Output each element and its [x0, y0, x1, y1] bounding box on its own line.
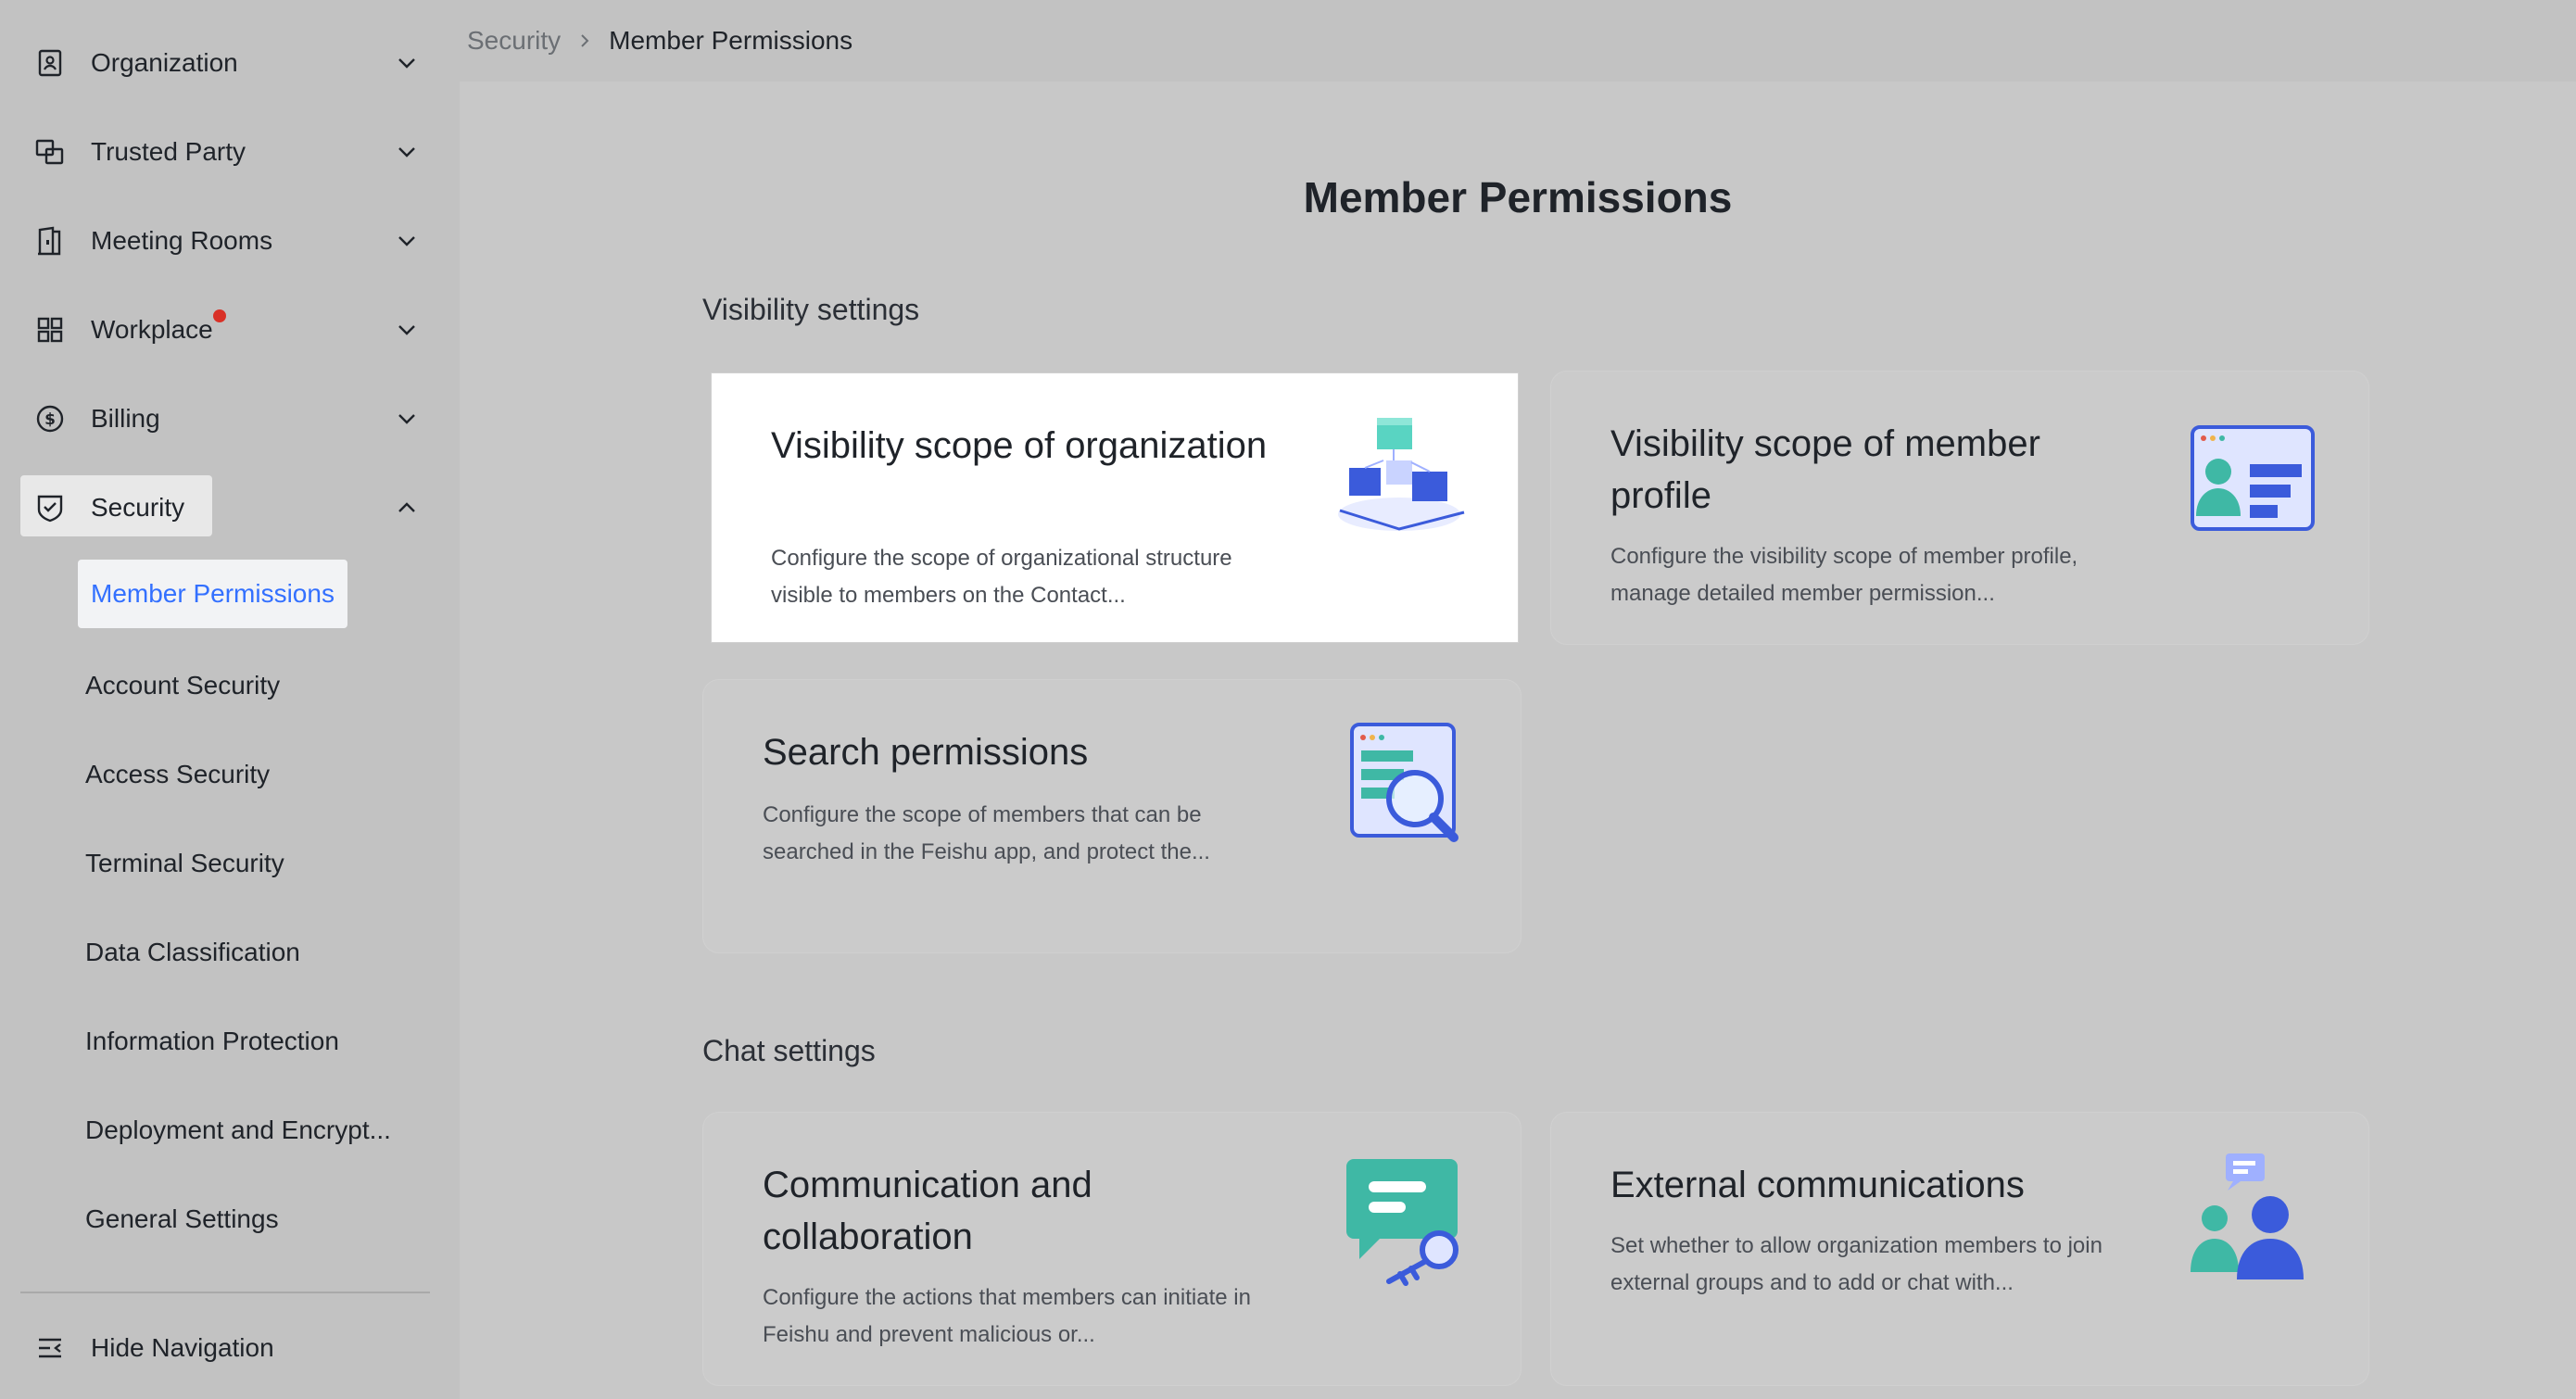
card-description: Configure the visibility scope of member…: [1610, 544, 2078, 606]
breadcrumb-current: Member Permissions: [609, 26, 853, 55]
main-content: Member Permissions Visibility settings V…: [460, 82, 2576, 1399]
card-description: Configure the scope of members that can …: [763, 802, 1210, 864]
sidebar-item-label: Meeting Rooms: [91, 226, 273, 255]
chevron-right-icon: [581, 34, 589, 47]
member-profile-card-icon: [2191, 425, 2315, 531]
sidebar-item-billing[interactable]: $ Billing: [20, 386, 428, 451]
org-structure-cubes-icon: [1338, 418, 1465, 531]
sidebar: Organization Trusted Party Meeting Rooms…: [0, 0, 460, 1399]
card-title: External communications: [1610, 1165, 2025, 1205]
card-title: Visibility scope of organization: [771, 425, 1268, 466]
sidebar-item-trusted-party[interactable]: Trusted Party: [20, 120, 428, 184]
chevron-down-icon[interactable]: [395, 140, 419, 164]
sidebar-subitem-data-classification[interactable]: Data Classification: [85, 925, 300, 980]
sidebar-item-workplace[interactable]: Workplace: [20, 297, 428, 362]
sidebar-item-label: Organization: [91, 48, 238, 77]
sidebar-item-label: Workplace: [91, 309, 226, 345]
sidebar-item-label: Security: [91, 493, 185, 522]
chevron-down-icon[interactable]: [395, 229, 419, 253]
chevron-up-icon[interactable]: [395, 496, 419, 520]
chevron-down-icon[interactable]: [395, 51, 419, 75]
card-visibility-member-profile[interactable]: Visibility scope of member profile Confi…: [1550, 371, 2369, 645]
sidebar-subitem-general-settings[interactable]: General Settings: [85, 1191, 279, 1247]
hide-navigation-label: Hide Navigation: [91, 1333, 274, 1362]
breadcrumb-parent-link[interactable]: Security: [467, 26, 561, 56]
chevron-down-icon[interactable]: [395, 318, 419, 342]
sidebar-item-organization[interactable]: Organization: [20, 31, 428, 95]
card-title: Visibility scope of member profile: [1610, 423, 2040, 516]
breadcrumb: Security Member Permissions: [460, 0, 2576, 82]
dollar-circle-icon: $: [33, 402, 67, 435]
svg-text:$: $: [44, 410, 56, 429]
section-title-visibility: Visibility settings: [702, 293, 920, 326]
sidebar-subitem-deployment-encryption[interactable]: Deployment and Encrypt...: [85, 1103, 391, 1158]
search-magnifier-icon: [1350, 723, 1458, 842]
sidebar-item-label: Billing: [91, 404, 160, 433]
sidebar-subitem-member-permissions[interactable]: Member Permissions: [78, 560, 347, 628]
chat-key-icon: [1346, 1159, 1458, 1286]
section-title-chat: Chat settings: [702, 1034, 876, 1067]
hide-navigation-button[interactable]: Hide Navigation: [20, 1316, 274, 1380]
card-external-communications[interactable]: External communications Set whether to a…: [1550, 1112, 2369, 1386]
sidebar-item-security[interactable]: Security: [20, 475, 428, 540]
card-description: Set whether to allow organization member…: [1610, 1233, 2102, 1295]
sidebar-item-label: Trusted Party: [91, 137, 246, 166]
card-communication-collaboration[interactable]: Communication and collaboration Configur…: [702, 1112, 1522, 1386]
sidebar-subitem-information-protection[interactable]: Information Protection: [85, 1014, 339, 1069]
card-description: Configure the scope of organizational st…: [771, 546, 1232, 608]
contact-book-icon: [33, 46, 67, 80]
grid-icon: [33, 313, 67, 347]
sidebar-subitem-account-security[interactable]: Account Security: [85, 658, 280, 713]
collapse-menu-icon: [33, 1331, 67, 1365]
door-icon: [33, 224, 67, 258]
people-chat-icon: [2191, 1153, 2304, 1279]
notification-dot: [212, 309, 226, 322]
card-search-permissions[interactable]: Search permissions Configure the scope o…: [702, 679, 1522, 953]
sidebar-item-meeting-rooms[interactable]: Meeting Rooms: [20, 208, 428, 273]
page-title: Member Permissions: [1303, 173, 1733, 221]
sidebar-divider: [20, 1292, 430, 1293]
workplace-label-text: Workplace: [91, 315, 213, 344]
chevron-down-icon[interactable]: [395, 407, 419, 431]
card-visibility-organization[interactable]: Visibility scope of organization Configu…: [711, 372, 1519, 643]
shield-check-icon: [33, 491, 67, 524]
linked-squares-icon: [33, 135, 67, 169]
sidebar-subitem-access-security[interactable]: Access Security: [85, 747, 270, 802]
card-title: Communication and collaboration: [763, 1165, 1092, 1257]
sidebar-subitem-terminal-security[interactable]: Terminal Security: [85, 836, 284, 891]
card-title: Search permissions: [763, 732, 1089, 773]
card-description: Configure the actions that members can i…: [763, 1285, 1251, 1347]
